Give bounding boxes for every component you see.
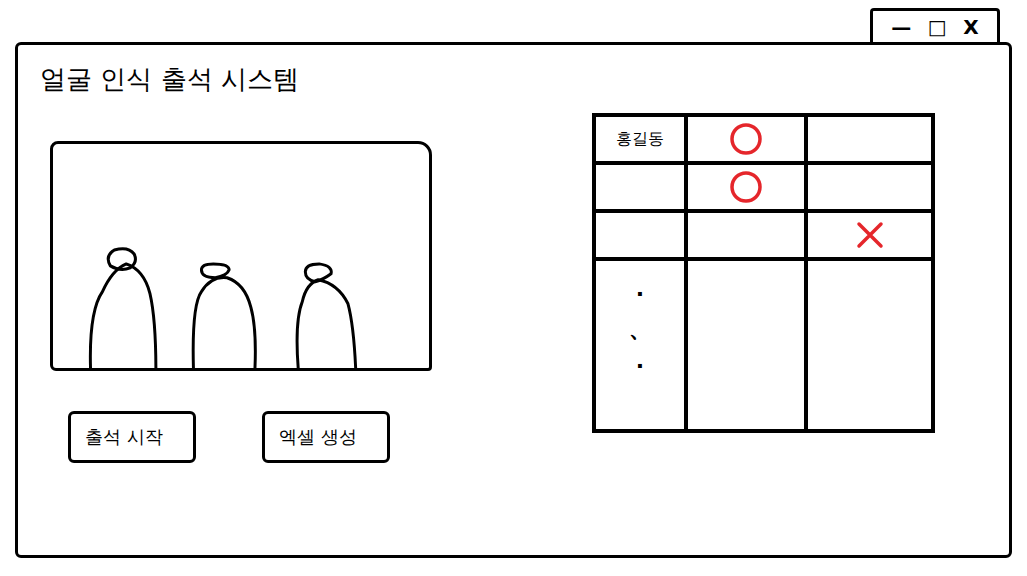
table-row	[596, 165, 931, 213]
attendance-cell	[804, 213, 931, 257]
camera-view	[50, 141, 432, 371]
attendance-cell	[684, 261, 804, 429]
name-text: ·	[636, 283, 644, 305]
button-row: 출석 시작 엑셀 생성	[50, 411, 432, 463]
camera-panel: 출석 시작 엑셀 생성	[50, 141, 432, 463]
window-control-button[interactable]: □	[928, 17, 947, 37]
absent-cross-icon	[855, 220, 885, 250]
action-button[interactable]: 출석 시작	[68, 411, 196, 463]
name-text: 홍길동	[616, 129, 664, 150]
name-cell: 홍길동	[596, 117, 684, 161]
people-icon	[53, 141, 429, 368]
attendance-cell	[684, 213, 804, 257]
page: — □ X 얼굴 인식 출석 시스템 출석 시작 엑셀 생성 홍길동 · 、 ·	[0, 0, 1027, 576]
name-cell	[596, 213, 684, 257]
window-control-button[interactable]: —	[891, 17, 911, 37]
main-content: 출석 시작 엑셀 생성 홍길동 · 、 ·	[40, 113, 1009, 463]
table-row	[596, 213, 931, 261]
attendance-cell	[684, 165, 804, 209]
window-control-button[interactable]: X	[963, 17, 978, 37]
attendance-cell	[684, 117, 804, 161]
table-row: · 、 ·	[596, 261, 931, 429]
action-button[interactable]: 엑셀 생성	[262, 411, 390, 463]
name-cell	[596, 165, 684, 209]
present-circle-icon	[729, 170, 763, 204]
name-text: ·	[636, 355, 644, 377]
attendance-cell	[804, 165, 931, 209]
present-circle-icon	[729, 122, 763, 156]
app-window: 얼굴 인식 출석 시스템 출석 시작 엑셀 생성 홍길동 · 、 ·	[15, 42, 1012, 558]
name-text: 、	[629, 319, 651, 341]
title-bar-row: — □ X	[15, 8, 1012, 42]
attendance-cell	[804, 117, 931, 161]
attendance-cell	[804, 261, 931, 429]
window-title: 얼굴 인식 출석 시스템	[40, 59, 1009, 99]
attendance-table: 홍길동 · 、 ·	[592, 113, 935, 433]
name-cell: · 、 ·	[596, 261, 684, 429]
table-row: 홍길동	[596, 117, 931, 165]
window-controls: — □ X	[870, 8, 1000, 42]
